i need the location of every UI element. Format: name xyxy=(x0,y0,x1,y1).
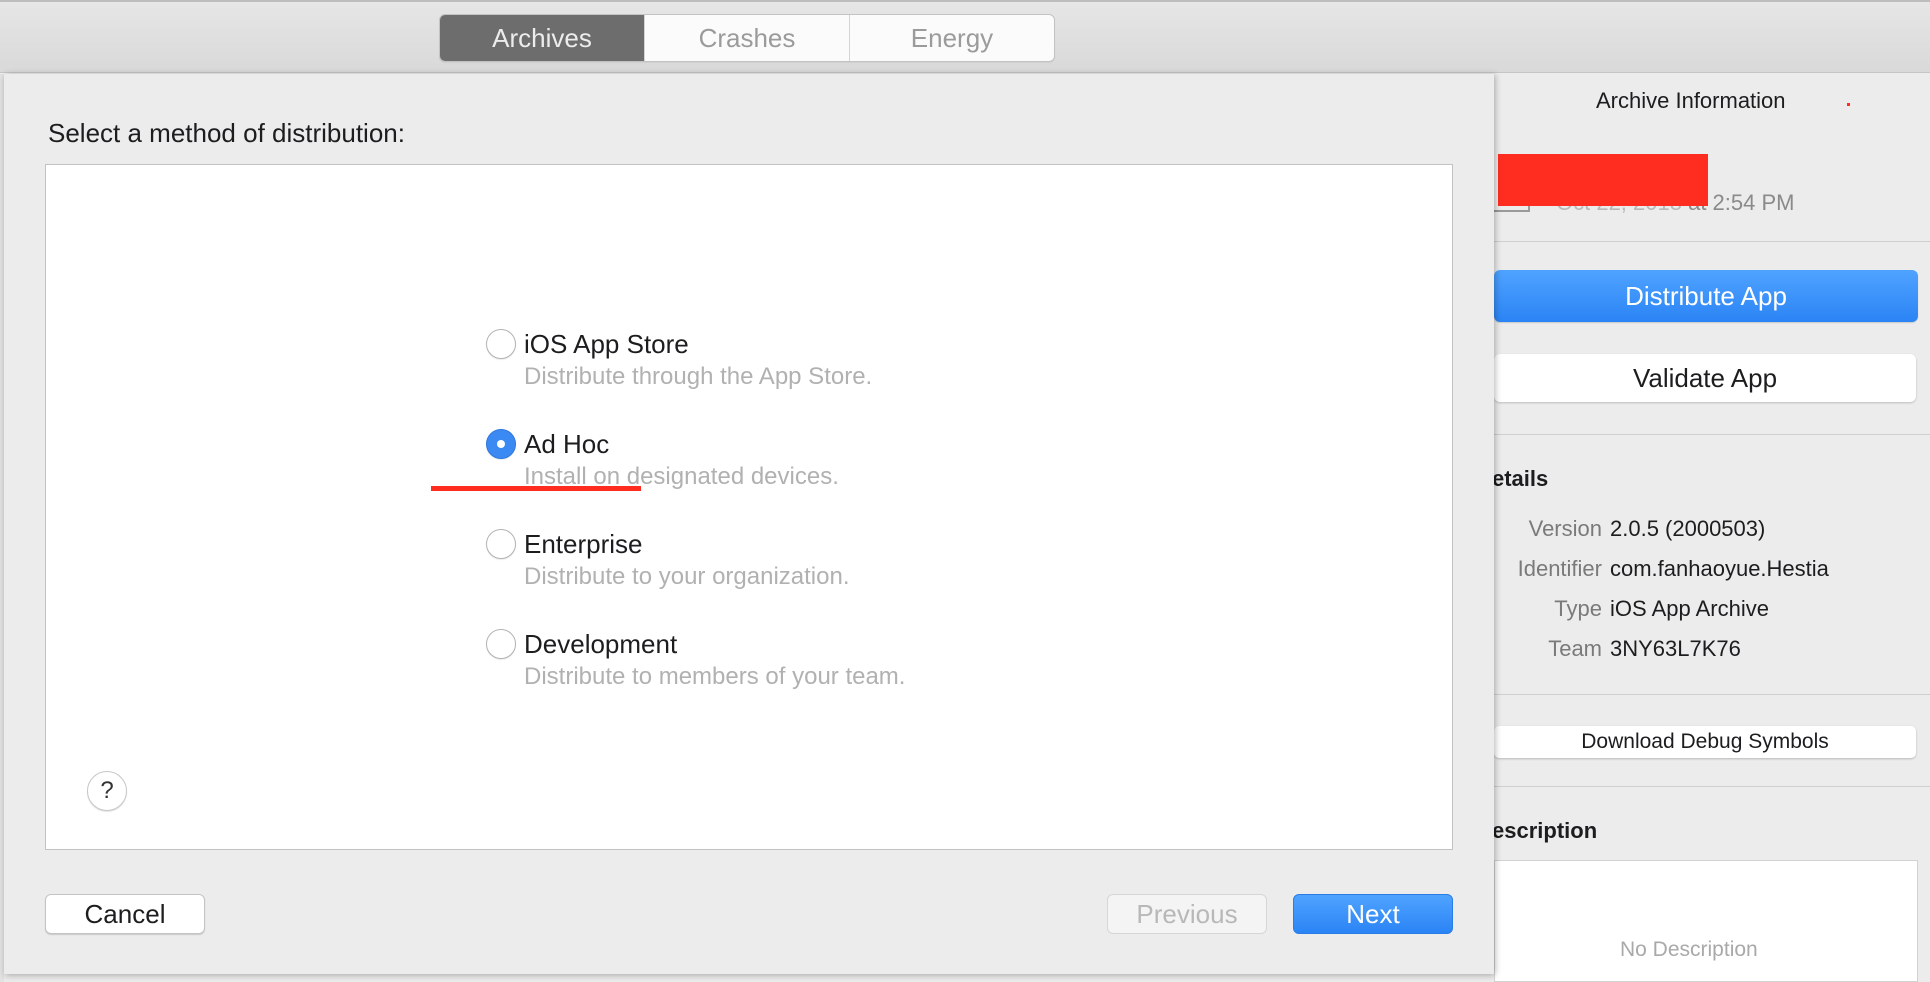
panel-divider xyxy=(1494,241,1930,242)
archive-info-title: Archive Information xyxy=(1596,88,1786,113)
previous-button[interactable]: Previous xyxy=(1107,894,1267,934)
radio-icon[interactable] xyxy=(486,429,516,459)
option-development[interactable]: Development Distribute to members of you… xyxy=(486,629,1086,709)
validate-app-button[interactable]: Validate App xyxy=(1494,354,1916,402)
option-title: iOS App Store xyxy=(524,329,689,359)
option-ad-hoc[interactable]: Ad Hoc Install on designated devices. xyxy=(486,429,1086,509)
description-field[interactable] xyxy=(1494,860,1918,982)
panel-divider xyxy=(1494,694,1930,695)
option-title: Ad Hoc xyxy=(524,429,610,459)
option-description: Distribute to members of your team. xyxy=(524,663,906,690)
detail-value: com.fanhaoyue.Hestia xyxy=(1610,556,1829,581)
annotation-underline xyxy=(431,486,641,491)
option-description: Distribute through the App Store. xyxy=(524,363,873,390)
panel-divider xyxy=(1494,786,1930,787)
redaction-box xyxy=(1498,154,1708,206)
option-title: Enterprise xyxy=(524,529,643,559)
sheet-title: Select a method of distribution: xyxy=(48,118,405,148)
help-button[interactable]: ? xyxy=(87,771,127,811)
radio-icon[interactable] xyxy=(486,329,516,359)
option-description: Distribute to your organization. xyxy=(524,563,850,590)
option-title: Development xyxy=(524,629,678,659)
option-ios-app-store[interactable]: iOS App Store Distribute through the App… xyxy=(486,329,1086,409)
organizer-tab-control: Archives Crashes Energy xyxy=(439,14,1055,62)
detail-label: Identifier xyxy=(1517,556,1602,581)
distribution-method-box: iOS App Store Distribute through the App… xyxy=(45,164,1453,850)
detail-value: 2.0.5 (2000503) xyxy=(1610,516,1766,541)
distribute-app-button[interactable]: Distribute App xyxy=(1494,270,1918,322)
cancel-button[interactable]: Cancel xyxy=(45,894,205,934)
option-enterprise[interactable]: Enterprise Distribute to your organizati… xyxy=(486,529,1086,609)
next-button[interactable]: Next xyxy=(1293,894,1453,934)
detail-value: iOS App Archive xyxy=(1610,596,1769,621)
description-placeholder: No Description xyxy=(1620,938,1758,961)
download-debug-symbols-button[interactable]: Download Debug Symbols xyxy=(1494,726,1916,758)
tab-archives[interactable]: Archives xyxy=(440,15,644,61)
detail-label: Version xyxy=(1528,516,1602,541)
tab-energy[interactable]: Energy xyxy=(849,15,1054,61)
window-toolbar: Archives Crashes Energy xyxy=(0,0,1930,73)
detail-row-type: Type iOS App Archive xyxy=(1494,596,1930,628)
detail-row-team: Team 3NY63L7K76 xyxy=(1494,636,1930,668)
description-heading: escription xyxy=(1492,818,1598,843)
details-heading: etails xyxy=(1492,466,1549,491)
detail-label: Team xyxy=(1548,636,1602,661)
panel-divider xyxy=(1494,434,1930,435)
annotation-dot xyxy=(1847,103,1850,106)
question-icon: ? xyxy=(100,777,114,804)
radio-icon[interactable] xyxy=(486,529,516,559)
detail-row-identifier: Identifier com.fanhaoyue.Hestia xyxy=(1494,556,1930,588)
tab-crashes[interactable]: Crashes xyxy=(644,15,849,61)
radio-icon[interactable] xyxy=(486,629,516,659)
detail-value: 3NY63L7K76 xyxy=(1610,636,1741,661)
detail-row-version: Version 2.0.5 (2000503) xyxy=(1494,516,1930,548)
distribution-sheet: Select a method of distribution: iOS App… xyxy=(4,74,1494,974)
detail-label: Type xyxy=(1554,596,1602,621)
